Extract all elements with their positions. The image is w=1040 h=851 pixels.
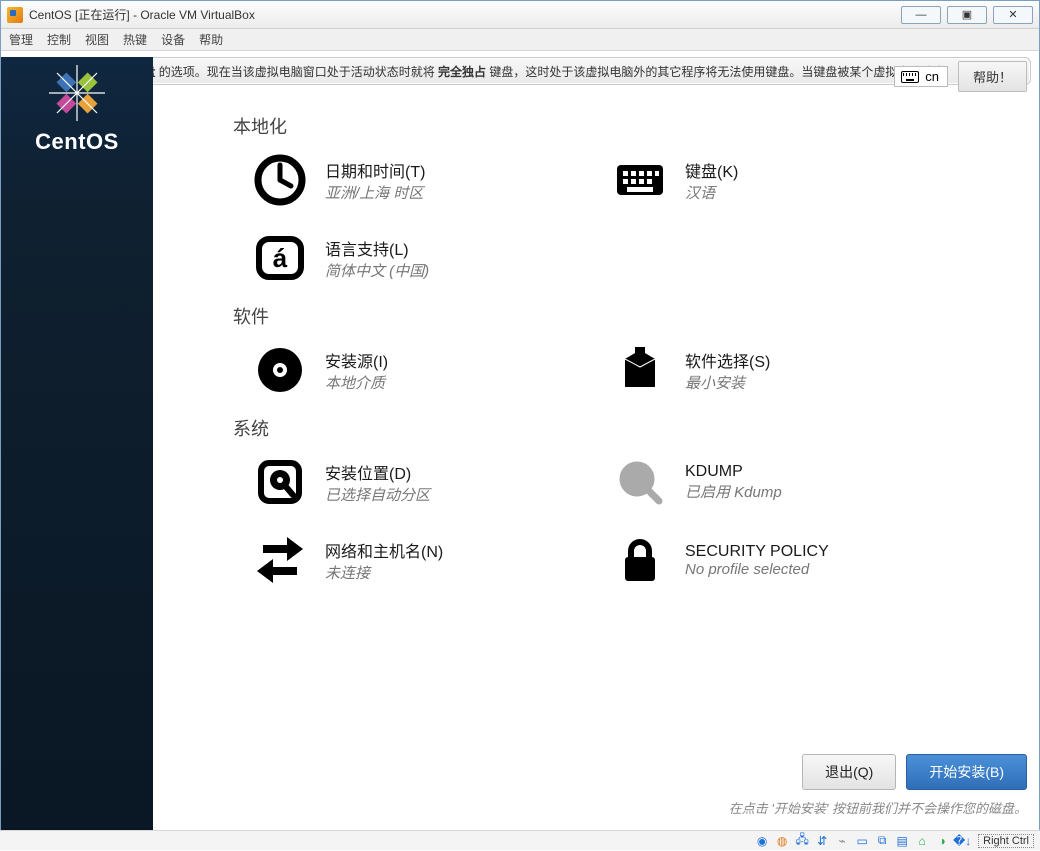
spoke-title: 键盘(K) — [685, 158, 738, 182]
status-recording-icon[interactable]: ⧉ — [874, 833, 890, 849]
status-keyboard-capture-icon[interactable]: �↓ — [954, 833, 970, 849]
window-close-button[interactable]: ✕ — [993, 6, 1033, 24]
spoke-title: SECURITY POLICY — [685, 543, 829, 561]
help-button[interactable]: 帮助！ — [958, 61, 1027, 92]
language-icon: á — [253, 231, 307, 285]
menu-help[interactable]: 帮助 — [199, 31, 223, 48]
vbox-statusbar: ◉ ◍ 🖧 ⇵ ⌁ ▭ ⧉ ▤ ⌂ ◑ �↓ Right Ctrl — [0, 830, 1040, 850]
svg-text:á: á — [273, 243, 288, 273]
spoke-status: 简体中文 (中国) — [325, 260, 429, 281]
centos-brand-text: CentOS — [35, 129, 119, 155]
menu-hotkeys[interactable]: 热键 — [123, 31, 147, 48]
spoke-title: 安装位置(D) — [325, 460, 430, 484]
section-title-localization: 本地化 — [233, 113, 1009, 139]
spoke-status: No profile selected — [685, 561, 829, 578]
status-usb-icon[interactable]: ⇵ — [814, 833, 830, 849]
spoke-status: 本地介质 — [325, 372, 388, 393]
spoke-title: 语言支持(L) — [325, 236, 429, 260]
status-shared-icon[interactable]: ⌁ — [834, 833, 850, 849]
keyboard-layout-indicator[interactable]: cn — [894, 66, 948, 87]
network-arrows-icon — [253, 533, 307, 587]
package-icon — [613, 343, 667, 397]
installer-footer: 退出(Q) 开始安装(B) 在点击 '开始安装' 按钮前我们并不会操作您的磁盘。 — [153, 754, 1027, 817]
status-cpu-icon[interactable]: ▤ — [894, 833, 910, 849]
vbox-app-icon — [7, 7, 23, 23]
centos-logo-icon — [47, 63, 107, 123]
status-display-icon[interactable]: ▭ — [854, 833, 870, 849]
spoke-install-source[interactable]: 安装源(I)本地介质 — [253, 343, 593, 397]
spoke-title: 日期和时间(T) — [325, 158, 425, 182]
installer-sidebar: CentOS — [1, 57, 153, 837]
spoke-language[interactable]: á 语言支持(L)简体中文 (中国) — [253, 231, 593, 285]
spoke-title: 软件选择(S) — [685, 348, 770, 372]
vbox-titlebar: CentOS [正在运行] - Oracle VM VirtualBox — ▣… — [1, 1, 1039, 29]
spoke-title: 网络和主机名(N) — [325, 538, 443, 562]
vbox-menubar: 管理 控制 视图 热键 设备 帮助 — [1, 29, 1039, 51]
spoke-status: 已启用 Kdump — [685, 481, 782, 502]
section-title-system: 系统 — [233, 415, 1009, 441]
status-hdd-icon[interactable]: ◉ — [754, 833, 770, 849]
keyboard-icon — [613, 153, 667, 207]
menu-control[interactable]: 控制 — [47, 31, 71, 48]
lock-icon — [613, 533, 667, 587]
spoke-title: KDUMP — [685, 463, 782, 481]
spoke-network[interactable]: 网络和主机名(N)未连接 — [253, 533, 593, 587]
keyboard-icon — [901, 71, 919, 83]
host-key-indicator[interactable]: Right Ctrl — [978, 834, 1034, 848]
window-maximize-button[interactable]: ▣ — [947, 6, 987, 24]
quit-button[interactable]: 退出(Q) — [802, 754, 896, 790]
spoke-kdump[interactable]: KDUMP已启用 Kdump — [613, 455, 953, 509]
vbox-window-title: CentOS [正在运行] - Oracle VM VirtualBox — [29, 6, 255, 23]
spoke-title: 安装源(I) — [325, 348, 388, 372]
spoke-status: 汉语 — [685, 182, 738, 203]
disc-icon — [253, 343, 307, 397]
spoke-install-destination[interactable]: 安装位置(D)已选择自动分区 — [253, 455, 593, 509]
spoke-status: 已选择自动分区 — [325, 484, 430, 505]
spoke-software-selection[interactable]: 软件选择(S)最小安装 — [613, 343, 953, 397]
vbox-notification-text: 你已打开了 自动独占键盘 的选项。现在当该虚拟电脑窗口处于活动状态时就将 完全独… — [20, 63, 976, 80]
menu-view[interactable]: 视图 — [85, 31, 109, 48]
window-minimize-button[interactable]: — — [901, 6, 941, 24]
spoke-status: 未连接 — [325, 562, 443, 583]
spoke-datetime[interactable]: 日期和时间(T)亚洲/上海 时区 — [253, 153, 593, 207]
status-network-icon[interactable]: 🖧 — [794, 833, 810, 849]
installation-summary: 本地化 日期和时间(T)亚洲/上海 时区 键盘(K)汉语 á 语言支持(L)简体… — [153, 97, 1039, 777]
harddisk-icon — [253, 455, 307, 509]
status-optical-icon[interactable]: ◍ — [774, 833, 790, 849]
spoke-security-policy[interactable]: SECURITY POLICYNo profile selected — [613, 533, 953, 587]
menu-devices[interactable]: 设备 — [161, 31, 185, 48]
kdump-icon — [613, 455, 667, 509]
guest-display: 你已打开了 自动独占键盘 的选项。现在当该虚拟电脑窗口处于活动状态时就将 完全独… — [1, 57, 1039, 837]
clock-icon — [253, 153, 307, 207]
menu-manage[interactable]: 管理 — [9, 31, 33, 48]
spoke-status: 最小安装 — [685, 372, 770, 393]
footer-hint: 在点击 '开始安装' 按钮前我们并不会操作您的磁盘。 — [729, 798, 1027, 817]
section-title-software: 软件 — [233, 303, 1009, 329]
spoke-keyboard[interactable]: 键盘(K)汉语 — [613, 153, 953, 207]
begin-install-button[interactable]: 开始安装(B) — [906, 754, 1027, 790]
vbox-notification-bar: 你已打开了 自动独占键盘 的选项。现在当该虚拟电脑窗口处于活动状态时就将 完全独… — [9, 57, 1031, 85]
spoke-status: 亚洲/上海 时区 — [325, 182, 425, 203]
keyboard-layout-label: cn — [925, 69, 939, 84]
status-guest-additions-icon[interactable]: ⌂ — [914, 833, 930, 849]
status-mouse-icon[interactable]: ◑ — [934, 833, 950, 849]
